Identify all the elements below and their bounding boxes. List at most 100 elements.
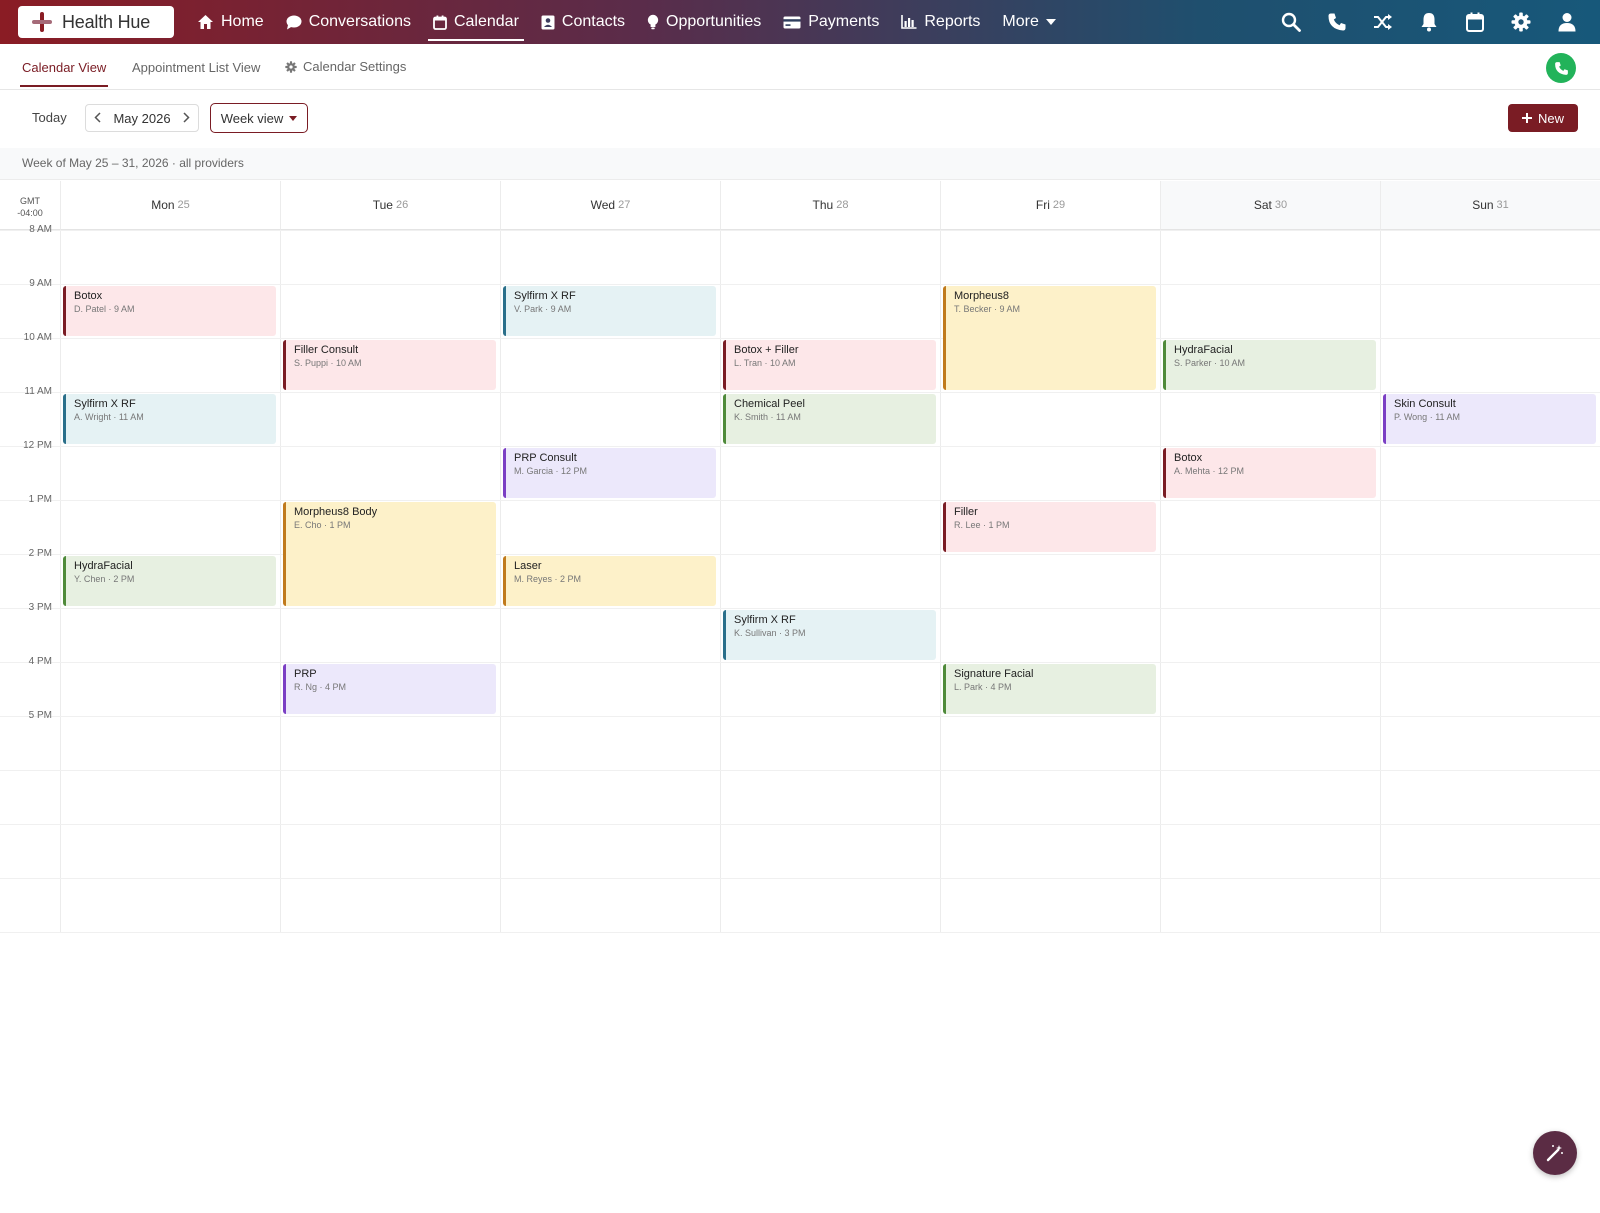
appointment-sylfirm-x-rf[interactable]: Sylfirm X RF V. Park · 9 AM xyxy=(503,286,716,336)
lightbulb-icon xyxy=(647,14,659,30)
main-nav: Home Conversations Calendar Contacts Opp… xyxy=(186,0,1067,44)
day-name: Tue xyxy=(372,198,393,212)
day-header-mon[interactable]: Mon 25 xyxy=(60,181,280,230)
appointment-sylfirm-x-rf[interactable]: Sylfirm X RF K. Sullivan · 3 PM xyxy=(723,610,936,660)
appointment-hydrafacial[interactable]: HydraFacial Y. Chen · 2 PM xyxy=(63,556,276,606)
bell-icon[interactable] xyxy=(1418,11,1440,33)
appointment-botox[interactable]: Botox A. Mehta · 12 PM xyxy=(1163,448,1376,498)
nav-contacts[interactable]: Contacts xyxy=(530,0,636,44)
hour-gridline xyxy=(0,230,1600,231)
day-name: Sat xyxy=(1253,198,1272,212)
day-header-fri[interactable]: Fri 29 xyxy=(940,181,1160,230)
appointment-morpheus8-body[interactable]: Morpheus8 Body E. Cho · 1 PM xyxy=(283,502,496,606)
appointment-details: E. Cho · 1 PM xyxy=(294,520,351,530)
appointment-details: R. Lee · 1 PM xyxy=(954,520,1010,530)
appointment-botox[interactable]: Botox D. Patel · 9 AM xyxy=(63,286,276,336)
appointment-sylfirm-x-rf[interactable]: Sylfirm X RF A. Wright · 11 AM xyxy=(63,394,276,444)
magic-wand-icon xyxy=(1546,1145,1563,1162)
bar-chart-icon xyxy=(901,15,917,29)
tab-calendar-view[interactable]: Calendar View xyxy=(19,60,109,87)
calendar-shortcut-icon[interactable] xyxy=(1464,11,1486,33)
appointment-details: S. Puppi · 10 AM xyxy=(294,358,362,368)
appointment-title: HydraFacial xyxy=(74,560,133,572)
nav-calendar[interactable]: Calendar xyxy=(422,0,530,44)
appointment-chemical-peel[interactable]: Chemical Peel K. Smith · 11 AM xyxy=(723,394,936,444)
appointment-prp[interactable]: PRP R. Ng · 4 PM xyxy=(283,664,496,714)
day-header-wed[interactable]: Wed 27 xyxy=(500,181,720,230)
day-name: Sun xyxy=(1472,198,1494,212)
call-button[interactable] xyxy=(1546,53,1576,83)
week-range-label: Week of May 25 – 31, 2026 · all provider… xyxy=(0,148,1600,180)
hour-gridline xyxy=(0,608,1600,609)
assistant-fab[interactable] xyxy=(1533,1131,1577,1175)
new-appointment-button[interactable]: New xyxy=(1508,104,1578,132)
appointment-skin-consult[interactable]: Skin Consult P. Wong · 11 AM xyxy=(1383,394,1596,444)
day-number: 31 xyxy=(1496,199,1509,211)
next-month-icon[interactable] xyxy=(183,111,190,126)
hour-gridline xyxy=(0,554,1600,555)
tab-calendar-settings-label: Calendar Settings xyxy=(303,59,407,74)
prev-month-icon[interactable] xyxy=(94,111,101,126)
appointment-signature-facial[interactable]: Signature Facial L. Park · 4 PM xyxy=(943,664,1156,714)
appointment-details: V. Park · 9 AM xyxy=(514,304,572,314)
user-icon[interactable] xyxy=(1556,11,1578,33)
appointment-laser[interactable]: Laser M. Reyes · 2 PM xyxy=(503,556,716,606)
brand-name: Health Hue xyxy=(62,11,151,32)
hour-gridline xyxy=(0,500,1600,501)
tab-calendar-settings[interactable]: Calendar Settings xyxy=(285,59,406,74)
nav-more[interactable]: More xyxy=(991,0,1066,44)
hour-gridline xyxy=(0,716,1600,717)
tab-appointment-list-view[interactable]: Appointment List View xyxy=(132,60,260,75)
brand-logo[interactable]: Health Hue xyxy=(18,6,174,38)
hour-gridline xyxy=(0,878,1600,879)
nav-opportunities[interactable]: Opportunities xyxy=(636,0,772,44)
day-header-thu[interactable]: Thu 28 xyxy=(720,181,940,230)
appointment-morpheus8[interactable]: Morpheus8 T. Becker · 9 AM xyxy=(943,286,1156,390)
appointment-title: Sylfirm X RF xyxy=(734,614,796,626)
day-number: 26 xyxy=(395,199,409,211)
appointment-filler-consult[interactable]: Filler Consult S. Puppi · 10 AM xyxy=(283,340,496,390)
time-label: 2 PM xyxy=(28,548,52,559)
gear-icon[interactable] xyxy=(1510,11,1532,33)
search-icon[interactable] xyxy=(1280,11,1302,33)
day-header-tue[interactable]: Tue 26 xyxy=(280,181,500,230)
home-icon xyxy=(197,14,214,30)
day-number: 29 xyxy=(1052,199,1066,211)
day-column[interactable] xyxy=(1380,230,1600,932)
appointment-prp-consult[interactable]: PRP Consult M. Garcia · 12 PM xyxy=(503,448,716,498)
time-label: 8 AM xyxy=(29,224,52,235)
phone-icon[interactable] xyxy=(1326,11,1348,33)
day-column[interactable] xyxy=(1160,230,1380,932)
appointment-title: Signature Facial xyxy=(954,668,1034,680)
appointment-title: Botox xyxy=(1174,452,1203,464)
appointment-details: L. Tran · 10 AM xyxy=(734,358,796,368)
timezone-offset: -04:00 xyxy=(17,208,43,218)
time-label: 10 AM xyxy=(23,332,52,343)
day-number: 25 xyxy=(177,199,190,211)
nav-conversations[interactable]: Conversations xyxy=(275,0,422,44)
settings-gear-icon xyxy=(285,60,297,73)
nav-home[interactable]: Home xyxy=(186,0,275,44)
view-selector[interactable]: Week view xyxy=(210,103,308,133)
day-number: 30 xyxy=(1274,199,1288,211)
day-name: Wed xyxy=(590,198,616,212)
shuffle-icon[interactable] xyxy=(1372,11,1394,33)
appointment-details: S. Parker · 10 AM xyxy=(1174,358,1246,368)
nav-payments[interactable]: Payments xyxy=(772,0,890,44)
appointment-details: K. Sullivan · 3 PM xyxy=(734,628,806,638)
hour-gridline xyxy=(0,932,1600,933)
appointment-hydrafacial[interactable]: HydraFacial S. Parker · 10 AM xyxy=(1163,340,1376,390)
today-button[interactable]: Today xyxy=(22,104,77,132)
appointment-details: M. Reyes · 2 PM xyxy=(514,574,582,584)
day-header-sat[interactable]: Sat 30 xyxy=(1160,181,1380,230)
day-column[interactable] xyxy=(720,230,940,932)
month-navigator: May 2026 xyxy=(85,104,199,132)
nav-reports[interactable]: Reports xyxy=(890,0,991,44)
appointment-botox-filler[interactable]: Botox + Filler L. Tran · 10 AM xyxy=(723,340,936,390)
appointment-title: Botox xyxy=(74,290,103,302)
appointment-details: T. Becker · 9 AM xyxy=(954,304,1021,314)
day-name: Mon xyxy=(151,198,175,212)
appointment-filler[interactable]: Filler R. Lee · 1 PM xyxy=(943,502,1156,552)
day-header-sun[interactable]: Sun 31 xyxy=(1380,181,1600,230)
phone-call-icon xyxy=(1554,61,1568,75)
